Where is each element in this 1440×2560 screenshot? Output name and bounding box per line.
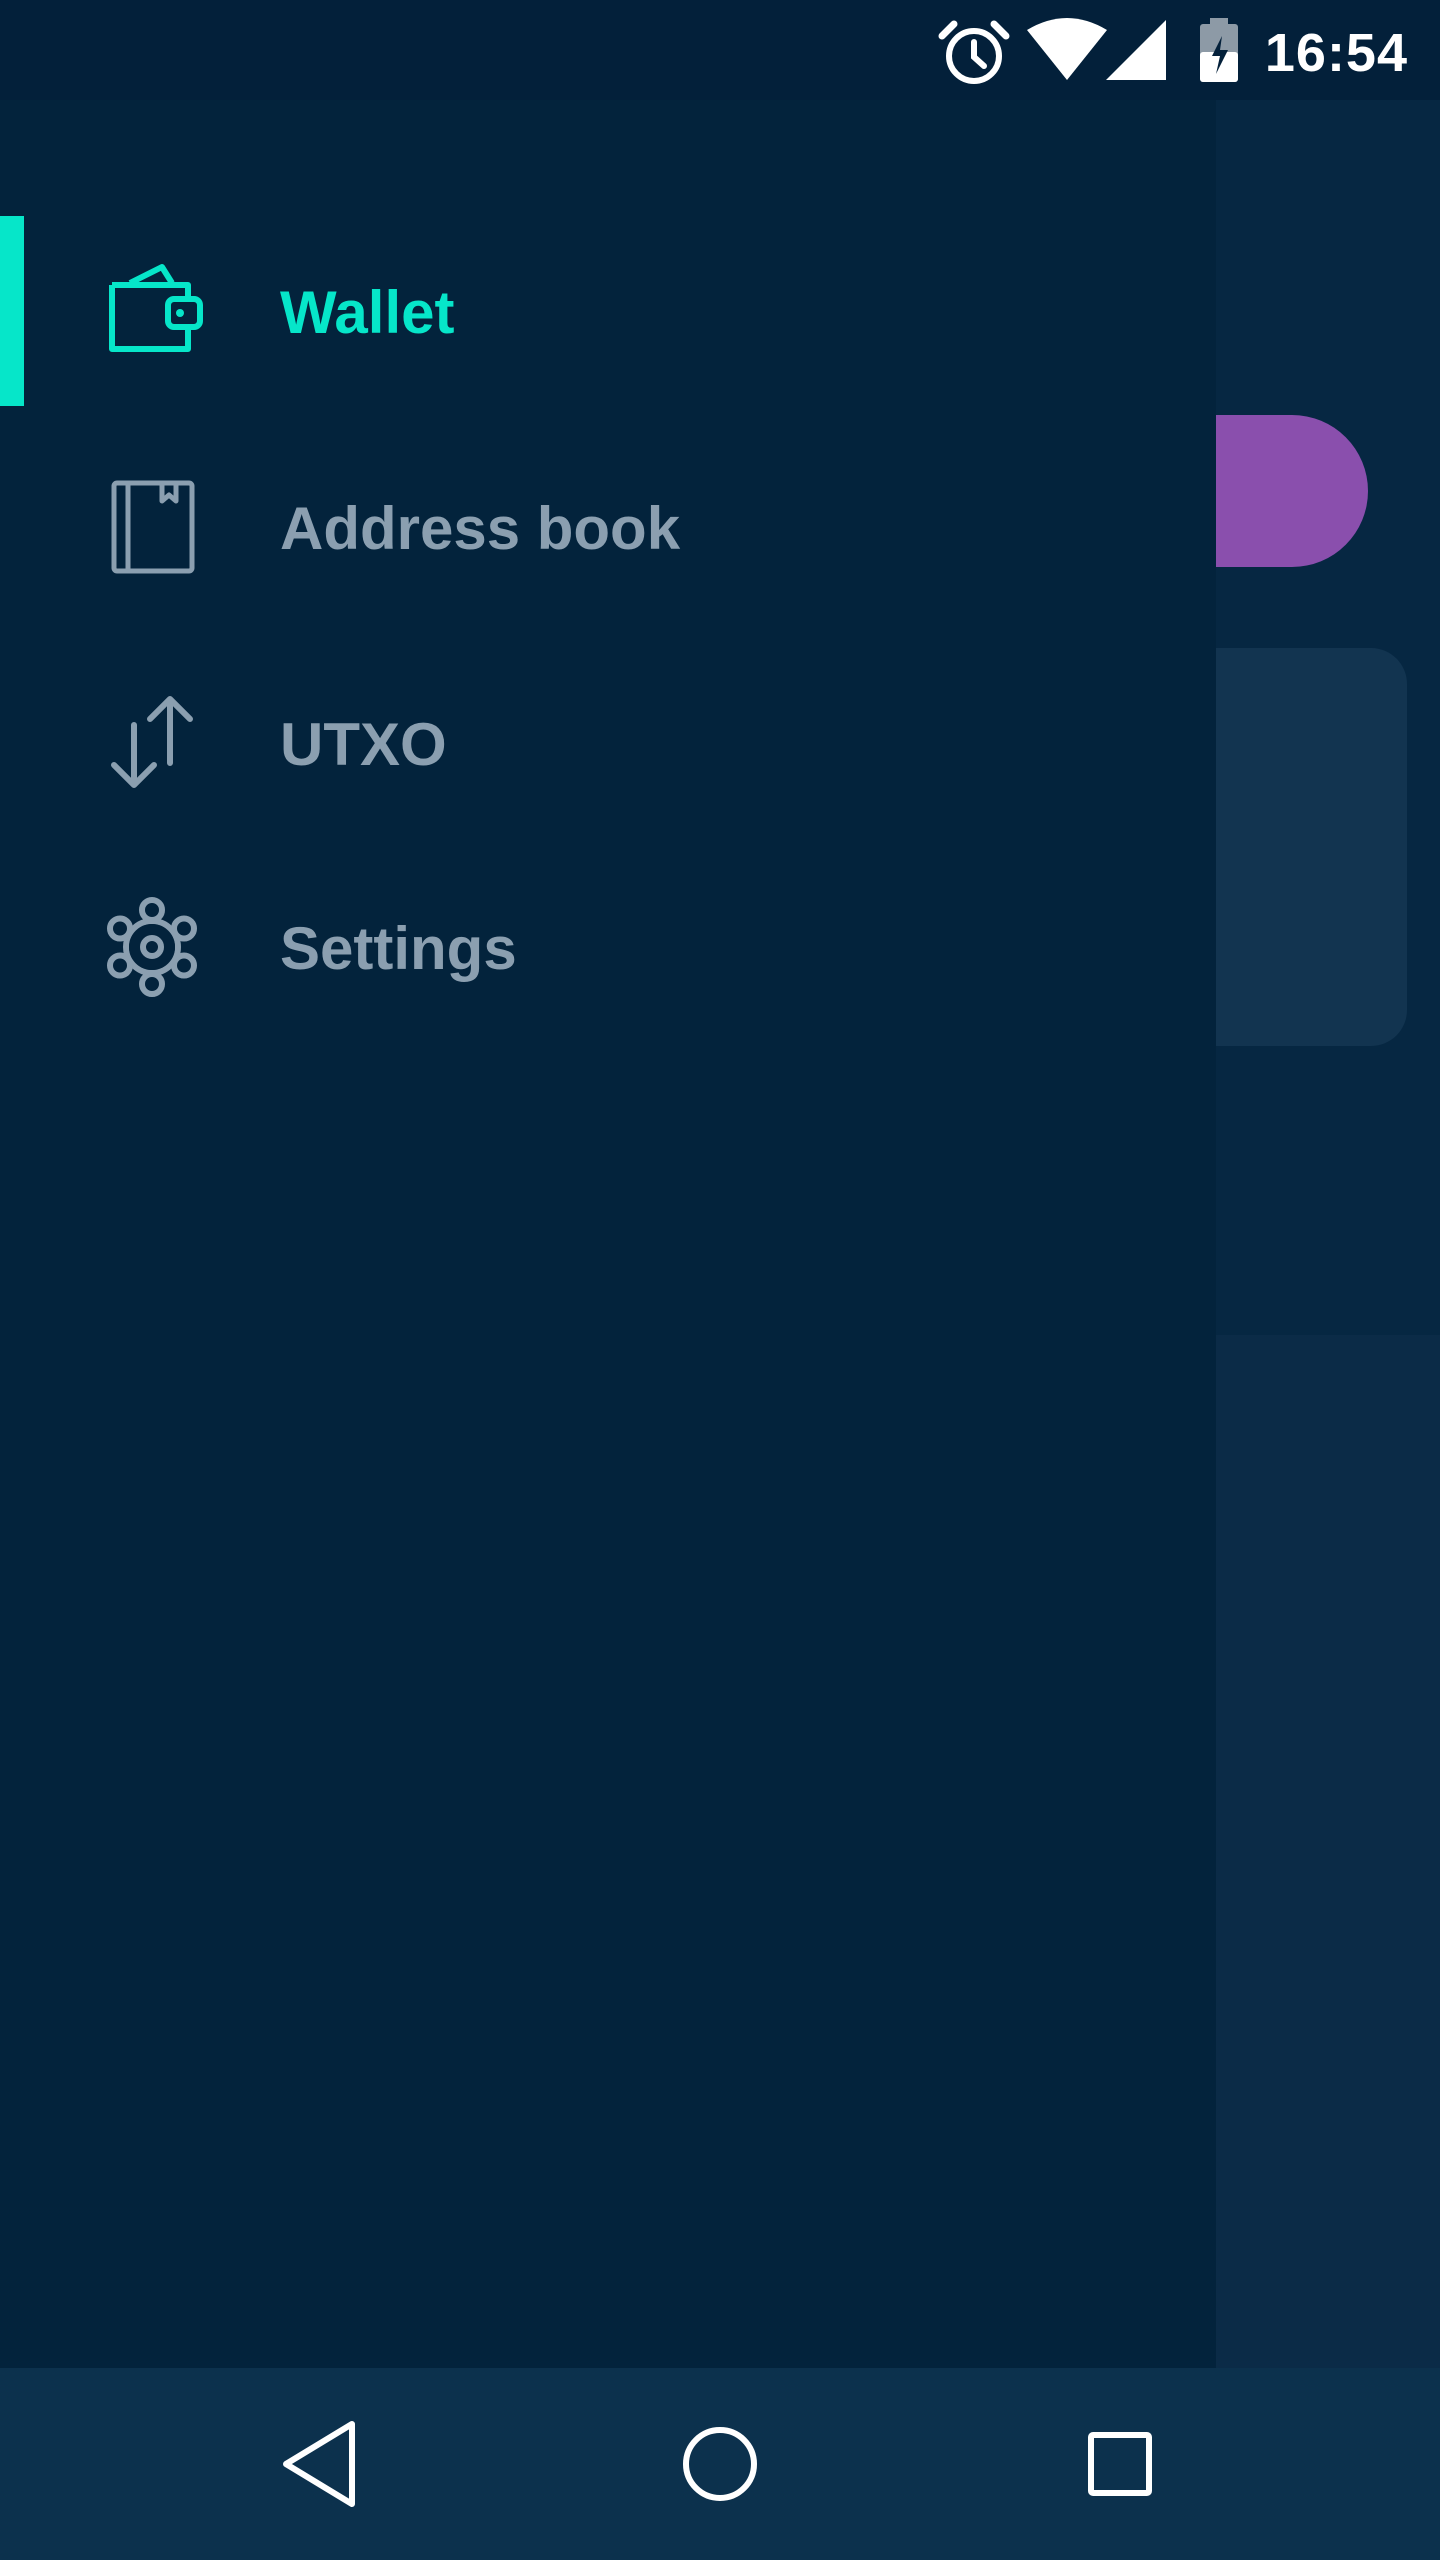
recents-icon[interactable] <box>1064 2408 1176 2520</box>
home-icon[interactable] <box>664 2408 776 2520</box>
drawer-item-settings[interactable]: Settings <box>0 852 1216 1042</box>
address-book-icon <box>111 480 195 574</box>
drawer-item-label: Settings <box>280 915 517 982</box>
active-indicator <box>0 216 24 406</box>
drawer-item-wallet[interactable]: Wallet <box>0 216 1216 406</box>
drawer-item-label: Address book <box>280 495 681 562</box>
navigation-drawer: Wallet Address book UTXO Settings <box>0 100 1216 2368</box>
drawer-item-utxo[interactable]: UTXO <box>0 648 1216 838</box>
system-navigation-bar <box>0 2368 1440 2560</box>
gear-icon <box>107 897 197 997</box>
wallet-icon <box>109 264 203 352</box>
wifi-icon <box>1027 18 1107 80</box>
drawer-item-address-book[interactable]: Address book <box>0 432 1216 622</box>
drawer-item-label: UTXO <box>280 711 447 778</box>
clock-time: 16:54 <box>1264 23 1408 83</box>
transfer-arrows-icon <box>111 696 193 788</box>
signal-icon <box>1106 20 1166 80</box>
drawer-item-label: Wallet <box>280 279 455 346</box>
alarm-icon <box>938 20 1010 84</box>
status-bar: 16:54 <box>0 0 1440 100</box>
back-icon[interactable] <box>264 2408 376 2520</box>
battery-charging-icon <box>1200 18 1238 82</box>
